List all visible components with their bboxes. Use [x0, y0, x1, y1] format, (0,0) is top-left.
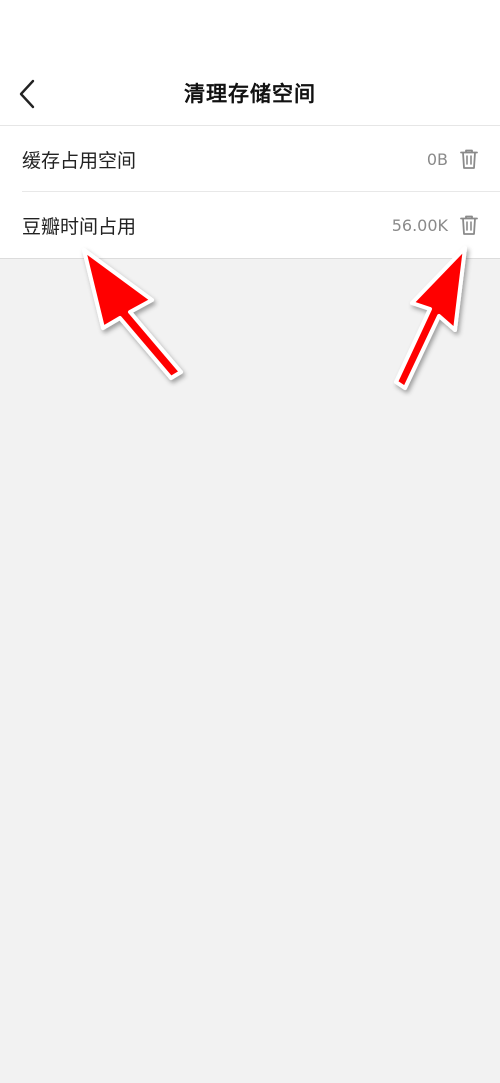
douban-time-label: 豆瓣时间占用: [22, 215, 137, 238]
page-title: 清理存储空间: [184, 82, 316, 106]
clear-cache-button[interactable]: [458, 148, 480, 170]
back-button[interactable]: [8, 74, 48, 114]
chevron-left-icon: [19, 79, 35, 109]
cache-size-value: 0B: [426, 149, 448, 169]
status-bar: [0, 0, 500, 62]
navigation-bar: 清理存储空间: [0, 62, 500, 126]
douban-time-size-value: 56.00K: [391, 215, 448, 235]
storage-list: 缓存占用空间 0B 豆瓣时间占用 56.00K: [0, 126, 500, 259]
annotation-arrow-right: [394, 246, 467, 390]
clear-douban-time-button[interactable]: [458, 214, 480, 236]
list-item-cache: 缓存占用空间 0B: [0, 126, 500, 192]
trash-icon: [460, 149, 478, 169]
cache-label: 缓存占用空间: [22, 149, 137, 172]
trash-icon: [460, 215, 478, 235]
annotation-arrow-left: [82, 248, 183, 380]
list-item-douban-time: 豆瓣时间占用 56.00K: [0, 192, 500, 258]
